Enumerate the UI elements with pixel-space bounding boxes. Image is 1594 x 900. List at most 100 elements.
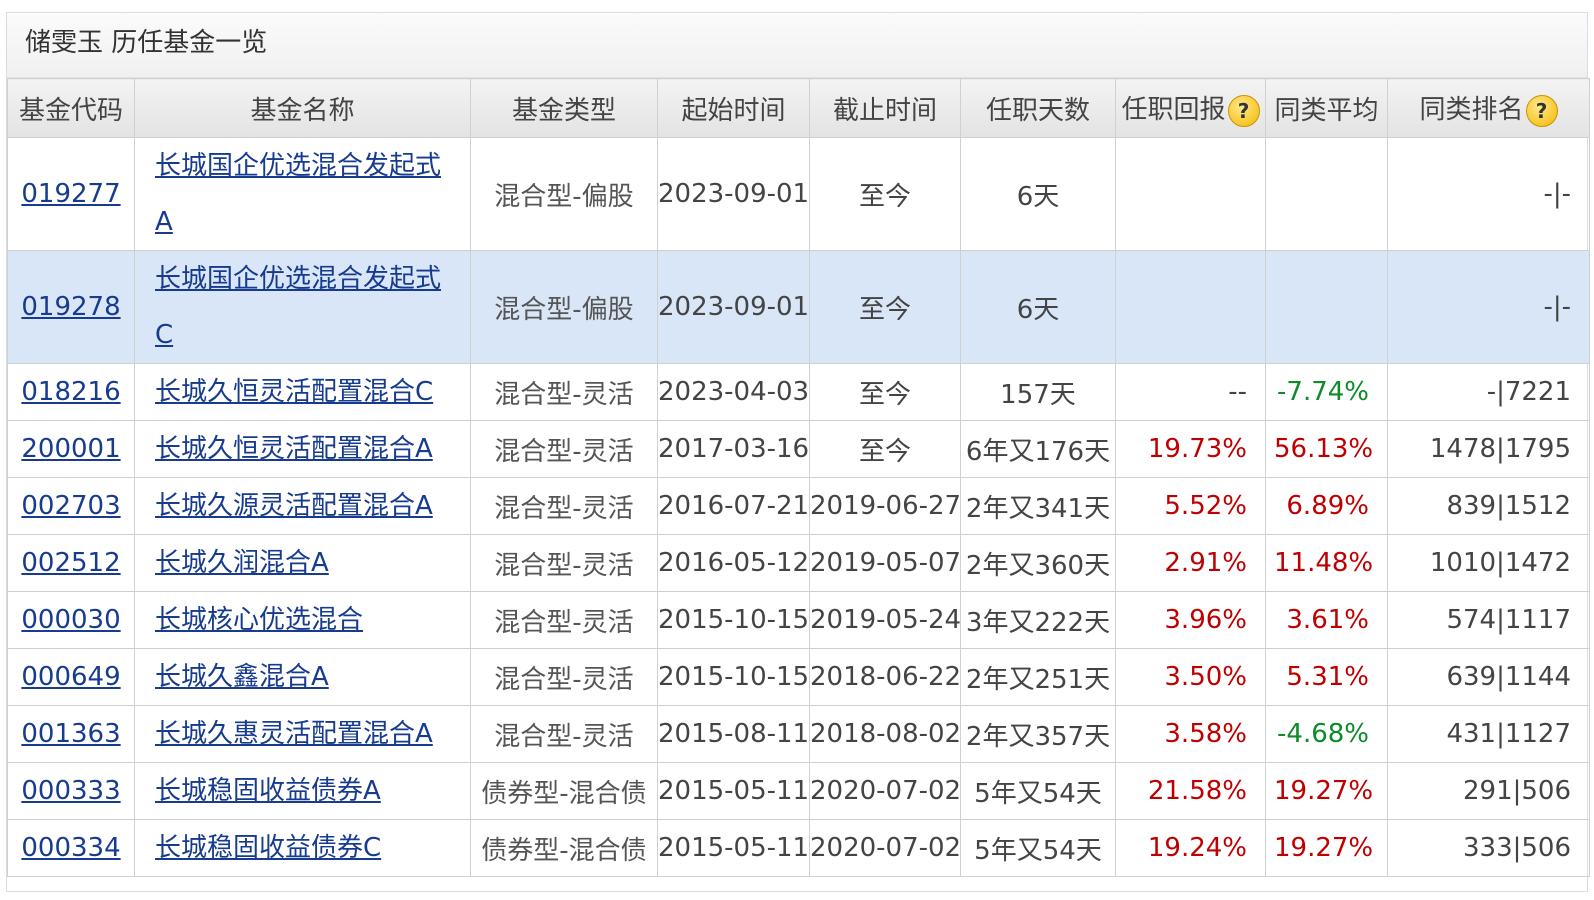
fund-code-link[interactable]: 019277 (21, 179, 120, 209)
fund-type: 混合型-偏股 (470, 137, 658, 251)
tenure-return: 3.58% (1115, 705, 1266, 763)
fund-code-link[interactable]: 000334 (21, 833, 120, 863)
help-icon[interactable]: ? (1227, 94, 1260, 127)
fund-name-link[interactable]: 长城核心优选混合 (155, 605, 363, 635)
header-days[interactable]: 任职天数 (960, 78, 1116, 138)
start-date: 2015-10-15 (657, 648, 810, 706)
peer-rank: 639|1144 (1387, 648, 1590, 706)
peer-rank: -|- (1387, 137, 1590, 251)
tenure-days: 2年又251天 (960, 648, 1116, 706)
fund-code: 019277 (7, 137, 135, 251)
fund-name-link[interactable]: 长城久惠灵活配置混合A (155, 719, 433, 749)
fund-code: 019278 (7, 250, 135, 364)
fund-code-link[interactable]: 000333 (21, 776, 120, 806)
fund-name: 长城稳固收益债券C (134, 819, 471, 877)
fund-type: 债券型-混合债 (470, 819, 658, 877)
table-row[interactable]: 001363 长城久惠灵活配置混合A 混合型-灵活 2015-08-11 2018-08… (7, 705, 1590, 763)
end-date: 至今 (809, 137, 961, 251)
table-row[interactable]: 000333 长城稳固收益债券A 债券型-混合债 2015-05-11 2020-07-… (7, 762, 1590, 820)
header-return[interactable]: 任职回报? (1115, 78, 1266, 138)
fund-code-link[interactable]: 002512 (21, 548, 120, 578)
tenure-days: 3年又222天 (960, 591, 1116, 649)
peer-rank: 431|1127 (1387, 705, 1590, 763)
header-average[interactable]: 同类平均 (1265, 78, 1388, 138)
peer-average: 6.89% (1265, 477, 1388, 535)
fund-type: 混合型-灵活 (470, 534, 658, 592)
fund-type: 混合型-灵活 (470, 477, 658, 535)
fund-code-link[interactable]: 019278 (21, 292, 120, 322)
end-date: 至今 (809, 250, 961, 364)
fund-name: 长城久恒灵活配置混合C (134, 363, 471, 421)
header-rank[interactable]: 同类排名? (1387, 78, 1590, 138)
fund-name-link[interactable]: 长城久鑫混合A (155, 662, 329, 692)
fund-code-link[interactable]: 000649 (21, 662, 120, 692)
fund-code: 001363 (7, 705, 135, 763)
table-row[interactable]: 000649 长城久鑫混合A 混合型-灵活 2015-10-15 2018-06-22 2… (7, 648, 1590, 706)
fund-code-link[interactable]: 000030 (21, 605, 120, 635)
help-icon[interactable]: ? (1525, 94, 1558, 127)
end-date: 至今 (809, 420, 961, 478)
fund-code: 002703 (7, 477, 135, 535)
table-row[interactable]: 019277 长城国企优选混合发起式A 混合型-偏股 2023-09-01 至今 6天 -|… (7, 137, 1590, 251)
peer-average: -4.68% (1265, 705, 1388, 763)
fund-code: 000334 (7, 819, 135, 877)
fund-name-link[interactable]: 长城国企优选混合发起式A (155, 151, 441, 237)
header-end[interactable]: 截止时间 (809, 78, 961, 138)
peer-rank: 1010|1472 (1387, 534, 1590, 592)
end-date: 2019-06-27 (809, 477, 961, 535)
start-date: 2023-09-01 (657, 250, 810, 364)
table-row[interactable]: 018216 长城久恒灵活配置混合C 混合型-灵活 2023-04-03 至今 157天 -… (7, 363, 1590, 421)
fund-name-link[interactable]: 长城稳固收益债券C (155, 833, 381, 863)
end-date: 2018-06-22 (809, 648, 961, 706)
fund-name-link[interactable]: 长城久恒灵活配置混合C (155, 377, 433, 407)
fund-code: 200001 (7, 420, 135, 478)
peer-rank: 1478|1795 (1387, 420, 1590, 478)
fund-type: 混合型-灵活 (470, 420, 658, 478)
peer-average (1265, 250, 1388, 364)
fund-name: 长城国企优选混合发起式A (134, 137, 471, 251)
header-rank-label: 同类排名 (1419, 95, 1524, 126)
header-type[interactable]: 基金类型 (470, 78, 658, 138)
start-date: 2015-05-11 (657, 819, 810, 877)
fund-table: 基金代码 基金名称 基金类型 起始时间 截止时间 任职天数 任职回报? 同类平均… (7, 78, 1590, 877)
end-date: 2020-07-02 (809, 762, 961, 820)
peer-rank: -|7221 (1387, 363, 1590, 421)
fund-name-link[interactable]: 长城久润混合A (155, 548, 329, 578)
end-date: 2018-08-02 (809, 705, 961, 763)
fund-name: 长城核心优选混合 (134, 591, 471, 649)
fund-name-link[interactable]: 长城国企优选混合发起式C (155, 264, 441, 350)
table-row[interactable]: 000030 长城核心优选混合 混合型-灵活 2015-10-15 2019-05-24… (7, 591, 1590, 649)
table-row[interactable]: 019278 长城国企优选混合发起式C 混合型-偏股 2023-09-01 至今 6天 -|… (7, 250, 1590, 364)
tenure-days: 157天 (960, 363, 1116, 421)
header-return-label: 任职回报 (1121, 95, 1226, 126)
peer-rank: 333|506 (1387, 819, 1590, 877)
fund-name-link[interactable]: 长城久恒灵活配置混合A (155, 434, 433, 464)
fund-type: 债券型-混合债 (470, 762, 658, 820)
table-row[interactable]: 002512 长城久润混合A 混合型-灵活 2016-05-12 2019-05-07 2… (7, 534, 1590, 592)
peer-rank: 291|506 (1387, 762, 1590, 820)
tenure-return: -- (1115, 363, 1266, 421)
tenure-days: 6天 (960, 137, 1116, 251)
end-date: 2019-05-24 (809, 591, 961, 649)
table-row[interactable]: 000334 长城稳固收益债券C 债券型-混合债 2015-05-11 2020-07-… (7, 819, 1590, 877)
fund-code: 000333 (7, 762, 135, 820)
fund-code-link[interactable]: 200001 (21, 434, 120, 464)
fund-type: 混合型-灵活 (470, 363, 658, 421)
fund-code-link[interactable]: 018216 (21, 377, 120, 407)
fund-name-link[interactable]: 长城稳固收益债券A (155, 776, 381, 806)
fund-code-link[interactable]: 001363 (21, 719, 120, 749)
start-date: 2023-09-01 (657, 137, 810, 251)
header-name[interactable]: 基金名称 (134, 78, 471, 138)
header-code[interactable]: 基金代码 (7, 78, 135, 138)
header-start[interactable]: 起始时间 (657, 78, 810, 138)
fund-code-link[interactable]: 002703 (21, 491, 120, 521)
fund-name-link[interactable]: 长城久源灵活配置混合A (155, 491, 433, 521)
table-row[interactable]: 200001 长城久恒灵活配置混合A 混合型-灵活 2017-03-16 至今 6年又17… (7, 420, 1590, 478)
peer-rank: 839|1512 (1387, 477, 1590, 535)
fund-code: 000030 (7, 591, 135, 649)
panel-title: 储雯玉 历任基金一览 (7, 13, 1587, 78)
peer-average (1265, 137, 1388, 251)
table-row[interactable]: 002703 长城久源灵活配置混合A 混合型-灵活 2016-07-21 2019-06… (7, 477, 1590, 535)
tenure-return: 3.50% (1115, 648, 1266, 706)
tenure-days: 2年又357天 (960, 705, 1116, 763)
